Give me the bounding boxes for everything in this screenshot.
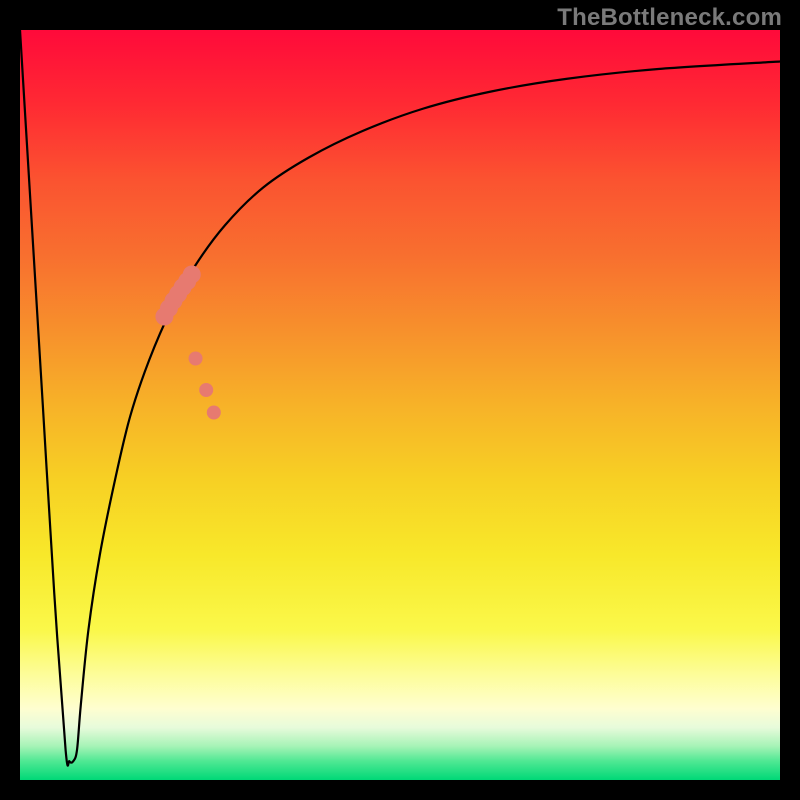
chart-svg [20,30,780,780]
data-marker [207,406,221,420]
chart-frame: TheBottleneck.com [0,0,800,800]
plot-canvas [20,30,780,780]
plot-area [20,30,780,780]
data-marker [199,383,213,397]
data-marker [183,266,201,284]
data-marker [189,352,203,366]
watermark-text: TheBottleneck.com [557,4,782,32]
